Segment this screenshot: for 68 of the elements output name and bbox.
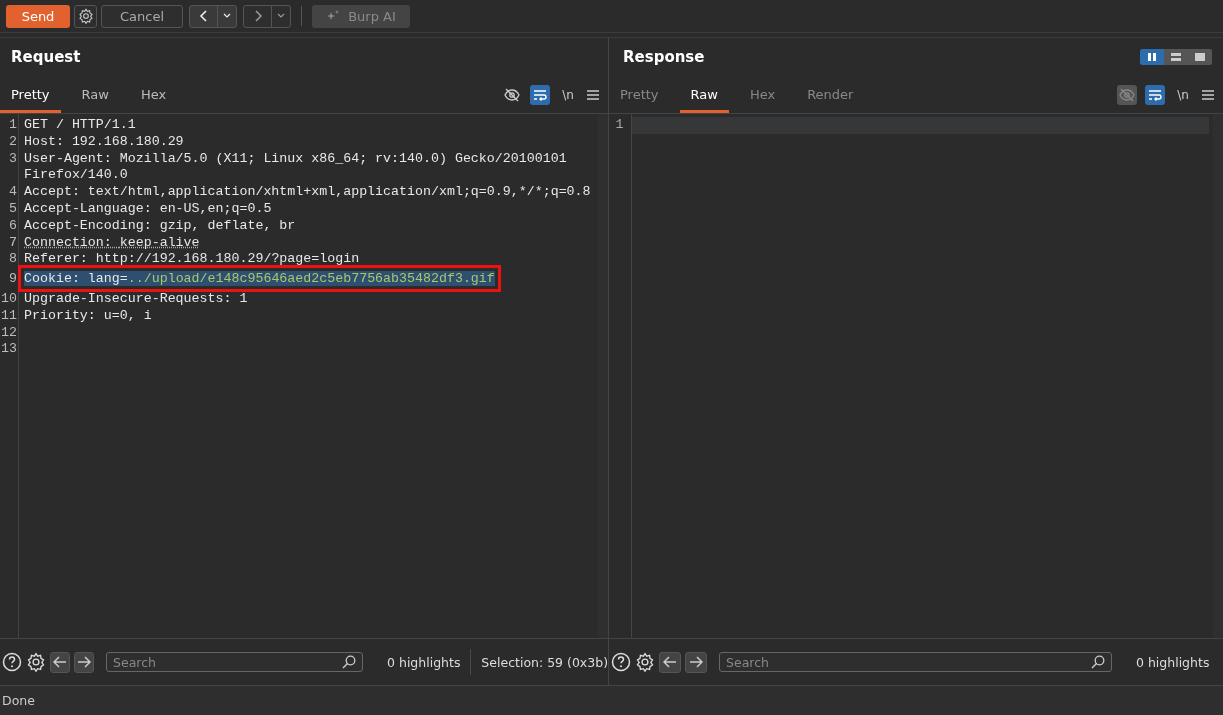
line-number: 4 xyxy=(8,184,18,201)
line-number: 3 xyxy=(8,150,18,168)
panel-title: Request xyxy=(11,48,81,66)
scroll-track[interactable] xyxy=(598,114,608,638)
tab[interactable]: Hex xyxy=(129,76,178,113)
line-number: 5 xyxy=(8,201,18,218)
line-number: 6 xyxy=(8,217,18,235)
line-number: 13 xyxy=(0,341,18,359)
sparkle-icon xyxy=(326,10,341,22)
layout-button[interactable] xyxy=(1140,49,1164,65)
line-number: 8 xyxy=(8,251,18,269)
code-line: Accept: text/html,application/xhtml+xml,application/xml;q=0.9,*/*;q=0.8 xyxy=(24,184,591,200)
settings-icon[interactable] xyxy=(635,652,655,672)
search-icon[interactable] xyxy=(342,655,357,669)
help-icon[interactable] xyxy=(611,652,631,672)
search-icon[interactable] xyxy=(1091,655,1105,669)
code-line: Connection: keep-alive xyxy=(24,234,200,250)
line-number: 1 xyxy=(614,117,625,134)
help-icon[interactable] xyxy=(2,652,22,672)
code-line: Host: 192.168.180.29 xyxy=(24,133,184,149)
tab[interactable]: Raw xyxy=(70,76,120,113)
arrow-left-icon xyxy=(663,656,677,668)
previous-button[interactable] xyxy=(50,651,70,673)
columns-icon xyxy=(1147,52,1157,62)
tab[interactable]: Raw xyxy=(679,76,729,113)
single-pane-icon xyxy=(1195,52,1205,62)
arrow-right-icon xyxy=(689,656,703,668)
highlight-count: 0 highlights xyxy=(387,654,461,670)
line-number: 1 xyxy=(8,117,18,134)
tab[interactable]: Render xyxy=(796,76,865,113)
wrap-icon[interactable] xyxy=(530,84,550,105)
tab[interactable]: Pretty xyxy=(0,76,61,113)
code-line: Upgrade-Insecure-Requests: 1 xyxy=(24,290,248,306)
code-line: Referer: http://192.168.180.29/?page=login xyxy=(24,251,360,267)
selection-info: Selection: 59 (0x3b) xyxy=(481,654,608,670)
newline-toggle[interactable]: \n xyxy=(558,84,578,105)
line-number: 7 xyxy=(8,234,18,252)
newline-toggle[interactable]: \n xyxy=(1173,84,1193,105)
settings-button[interactable] xyxy=(74,4,97,28)
line-number: 10 xyxy=(0,290,18,308)
chevron-right-icon xyxy=(253,10,263,22)
tab[interactable]: Hex xyxy=(738,76,787,113)
search-field[interactable]: Search xyxy=(106,652,364,672)
wrap-icon[interactable] xyxy=(1145,84,1165,105)
line-number: 11 xyxy=(0,307,18,325)
panel-title: Response xyxy=(623,48,705,66)
code-line: Accept-Language: en-US,en;q=0.5 xyxy=(24,201,272,216)
back-button[interactable] xyxy=(189,4,237,28)
highlight-count: 0 highlights xyxy=(1136,654,1210,670)
code-line: GET / HTTP/1.1 xyxy=(24,117,136,132)
next-button[interactable] xyxy=(685,651,707,673)
next-button[interactable] xyxy=(74,651,95,673)
settings-icon xyxy=(77,8,94,24)
code-line: Accept-Encoding: gzip, deflate, br xyxy=(24,217,296,233)
line-number: 9 xyxy=(8,271,18,288)
code-line: Priority: u=0, i xyxy=(24,307,152,323)
search-field[interactable]: Search xyxy=(719,652,1112,672)
line-number: 2 xyxy=(8,133,18,151)
rows-icon xyxy=(1171,52,1181,62)
arrow-right-icon xyxy=(77,656,91,668)
chevron-left-icon xyxy=(199,10,209,22)
status-text: Done xyxy=(2,693,35,708)
line-number: 12 xyxy=(0,324,18,342)
settings-icon[interactable] xyxy=(26,652,46,672)
arrow-left-icon xyxy=(53,656,67,668)
previous-button[interactable] xyxy=(659,651,681,673)
scroll-track[interactable] xyxy=(1213,114,1223,638)
tab[interactable]: Pretty xyxy=(609,76,670,113)
